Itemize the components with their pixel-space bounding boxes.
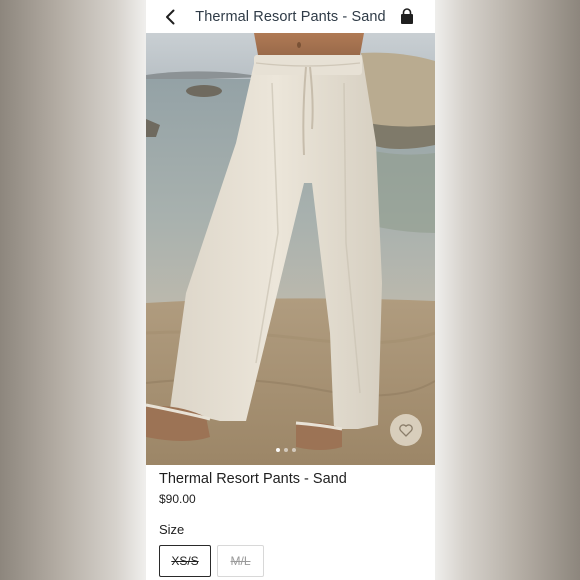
chevron-left-icon[interactable] xyxy=(162,8,180,26)
pagination-dot[interactable] xyxy=(284,448,288,452)
product-price: $90.00 xyxy=(159,492,196,506)
size-option-m-l[interactable]: M/L xyxy=(217,545,264,577)
pagination-dot[interactable] xyxy=(276,448,280,452)
shopping-bag-icon[interactable] xyxy=(399,8,415,25)
page-title: Thermal Resort Pants - Sand xyxy=(195,8,386,25)
pagination-dot[interactable] xyxy=(292,448,296,452)
product-name: Thermal Resort Pants - Sand xyxy=(159,471,347,487)
product-page: Thermal Resort Pants - Sand Thermal Reso… xyxy=(146,0,435,580)
top-bar: Thermal Resort Pants - Sand xyxy=(146,0,435,33)
heart-icon xyxy=(399,423,413,437)
size-label: Size xyxy=(159,522,185,537)
image-pagination xyxy=(276,448,296,452)
product-image[interactable] xyxy=(146,33,435,465)
size-option-xs-s[interactable]: XS/S xyxy=(159,545,211,577)
favorite-button[interactable] xyxy=(390,414,422,446)
